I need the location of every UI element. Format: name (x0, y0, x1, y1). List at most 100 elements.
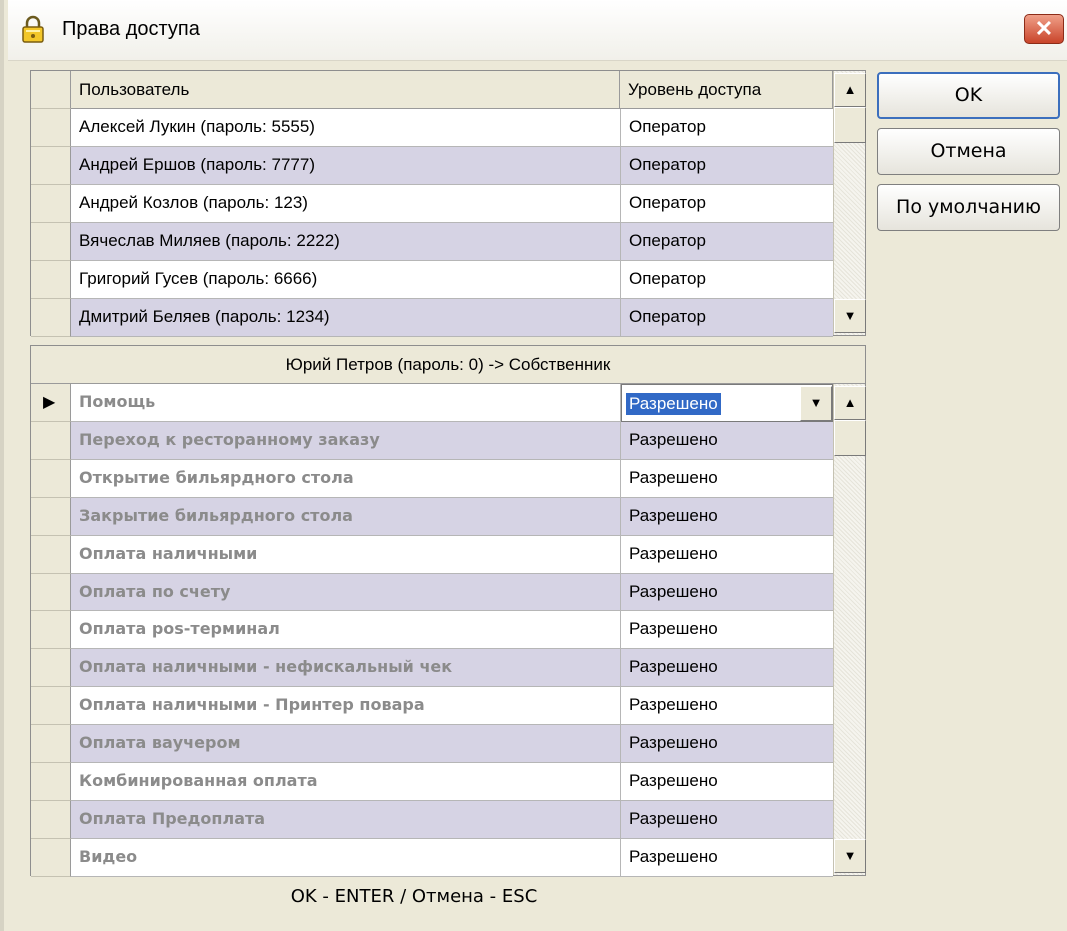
table-row[interactable]: Комбинированная оплата Разрешено (71, 763, 833, 801)
permission-name-cell[interactable]: Оплата наличными - Принтер повара (71, 686, 620, 724)
permission-value-cell[interactable]: Разрешено (621, 459, 833, 497)
cancel-button[interactable]: Отмена (877, 128, 1060, 175)
row-header[interactable] (31, 299, 71, 337)
permission-value-cell[interactable]: Разрешено (621, 535, 833, 573)
row-header[interactable] (31, 649, 71, 687)
user-name-cell[interactable]: Алексей Лукин (пароль: 5555) (71, 108, 620, 146)
table-row[interactable]: Андрей Ершов (пароль: 7777) Оператор (71, 147, 833, 185)
row-header[interactable] (31, 611, 71, 649)
table-row[interactable]: Оплата Предоплата Разрешено (71, 801, 833, 839)
permission-name-cell[interactable]: Открытие бильярдного стола (71, 459, 620, 497)
access-level-cell[interactable]: Оператор (621, 108, 833, 146)
access-level-cell[interactable]: Оператор (621, 184, 833, 222)
table-row[interactable]: Закрытие бильярдного стола Разрешено (71, 498, 833, 536)
scroll-up-button[interactable]: ▲ (834, 386, 866, 420)
table-row[interactable]: Оплата ваучером Разрешено (71, 725, 833, 763)
permission-value-cell[interactable]: Разрешено (621, 497, 833, 535)
row-header[interactable] (31, 147, 71, 185)
permission-value-cell[interactable]: Разрешено (621, 686, 833, 724)
permissions-grid: Юрий Петров (пароль: 0) -> Собственник ▶… (30, 345, 866, 877)
table-row[interactable]: Оплата наличными - нефискальный чек Разр… (71, 649, 833, 687)
permission-name-cell[interactable]: Оплата по счету (71, 573, 620, 610)
title-bar: Права доступа ✕ (8, 0, 1067, 61)
table-row[interactable]: Алексей Лукин (пароль: 5555) Оператор (71, 109, 833, 147)
row-header[interactable]: ▶ (31, 384, 71, 422)
permission-value-cell[interactable]: Разрешено (621, 838, 833, 876)
column-header-level[interactable]: Уровень доступа (620, 71, 833, 109)
user-name-cell[interactable]: Андрей Козлов (пароль: 123) (71, 184, 620, 222)
permission-name-cell[interactable]: Помощь (71, 383, 620, 421)
access-level-cell[interactable]: Оператор (621, 222, 833, 260)
permission-value-dropdown[interactable]: Разрешено ▼ (621, 384, 833, 422)
row-header[interactable] (31, 185, 71, 223)
arrow-up-icon: ▲ (843, 82, 857, 97)
permission-value-cell[interactable]: Разрешено (621, 724, 833, 762)
access-level-cell[interactable]: Оператор (621, 146, 833, 184)
row-header[interactable] (31, 763, 71, 801)
user-name-cell[interactable]: Андрей Ершов (пароль: 7777) (71, 146, 620, 184)
table-row[interactable]: Переход к ресторанному заказу Разрешено (71, 422, 833, 460)
dropdown-button[interactable]: ▼ (800, 386, 832, 421)
scroll-up-button[interactable]: ▲ (834, 73, 866, 107)
permission-name-cell[interactable]: Видео (71, 838, 620, 876)
permission-value-cell[interactable]: Разрешено (621, 800, 833, 838)
permission-name-cell[interactable]: Оплата Предоплата (71, 800, 620, 838)
default-button[interactable]: По умолчанию (877, 184, 1060, 231)
table-row[interactable]: Помощь Разрешено ▼ (71, 384, 833, 422)
table-row[interactable]: Оплата по счету Разрешено (71, 574, 833, 611)
scroll-thumb[interactable] (834, 420, 866, 456)
permission-value-cell[interactable]: Разрешено (621, 421, 833, 459)
permission-name-cell[interactable]: Оплата pos-терминал (71, 610, 620, 648)
scroll-down-button[interactable]: ▼ (834, 299, 866, 333)
scroll-thumb[interactable] (834, 107, 866, 143)
permission-value-cell[interactable]: Разрешено (621, 762, 833, 800)
user-name-cell[interactable]: Вячеслав Миляев (пароль: 2222) (71, 222, 620, 260)
permission-value-cell[interactable]: Разрешено (621, 648, 833, 686)
window-title: Права доступа (62, 18, 200, 40)
users-grid-corner (31, 71, 71, 109)
scroll-down-button[interactable]: ▼ (834, 839, 866, 873)
user-name-cell[interactable]: Дмитрий Беляев (пароль: 1234) (71, 298, 620, 336)
row-header[interactable] (31, 261, 71, 299)
row-header[interactable] (31, 498, 71, 536)
permission-value-cell[interactable]: Разрешено (621, 573, 833, 611)
row-header[interactable] (31, 422, 71, 460)
user-name-cell[interactable]: Григорий Гусев (пароль: 6666) (71, 260, 620, 298)
arrow-up-icon: ▲ (843, 395, 857, 410)
users-scrollbar[interactable]: ▲ ▼ (833, 71, 866, 335)
row-header[interactable] (31, 839, 71, 877)
row-header[interactable] (31, 687, 71, 725)
row-pointer-icon: ▶ (43, 394, 56, 411)
permission-name-cell[interactable]: Закрытие бильярдного стола (71, 497, 620, 535)
permission-name-cell[interactable]: Переход к ресторанному заказу (71, 421, 620, 459)
access-level-cell[interactable]: Оператор (621, 298, 833, 336)
access-rights-window: Права доступа ✕ Пользователь Уровень дос… (0, 0, 1067, 931)
table-row[interactable]: Оплата pos-терминал Разрешено (71, 611, 833, 649)
table-row[interactable]: Дмитрий Беляев (пароль: 1234) Оператор (71, 299, 833, 337)
table-row[interactable]: Григорий Гусев (пароль: 6666) Оператор (71, 261, 833, 299)
arrow-down-icon: ▼ (843, 308, 857, 323)
column-header-user[interactable]: Пользователь (71, 71, 620, 109)
permission-name-cell[interactable]: Комбинированная оплата (71, 762, 620, 800)
permissions-scrollbar[interactable]: ▲ ▼ (833, 384, 866, 875)
table-row[interactable]: Открытие бильярдного стола Разрешено (71, 460, 833, 498)
row-header[interactable] (31, 223, 71, 261)
permission-name-cell[interactable]: Оплата наличными - нефискальный чек (71, 648, 620, 686)
table-row[interactable]: Оплата наличными Разрешено (71, 536, 833, 574)
access-level-cell[interactable]: Оператор (621, 260, 833, 298)
ok-button[interactable]: OK (877, 72, 1060, 119)
row-header[interactable] (31, 536, 71, 574)
row-header[interactable] (31, 801, 71, 839)
permission-value-cell[interactable]: Разрешено (621, 610, 833, 648)
table-row[interactable]: Оплата наличными - Принтер повара Разреш… (71, 687, 833, 725)
table-row[interactable]: Вячеслав Миляев (пароль: 2222) Оператор (71, 223, 833, 261)
row-header[interactable] (31, 725, 71, 763)
row-header[interactable] (31, 460, 71, 498)
row-header[interactable] (31, 109, 71, 147)
row-header[interactable] (31, 574, 71, 611)
close-button[interactable]: ✕ (1024, 14, 1064, 44)
permission-name-cell[interactable]: Оплата ваучером (71, 724, 620, 762)
table-row[interactable]: Андрей Козлов (пароль: 123) Оператор (71, 185, 833, 223)
table-row[interactable]: Видео Разрешено (71, 839, 833, 877)
permission-name-cell[interactable]: Оплата наличными (71, 535, 620, 573)
